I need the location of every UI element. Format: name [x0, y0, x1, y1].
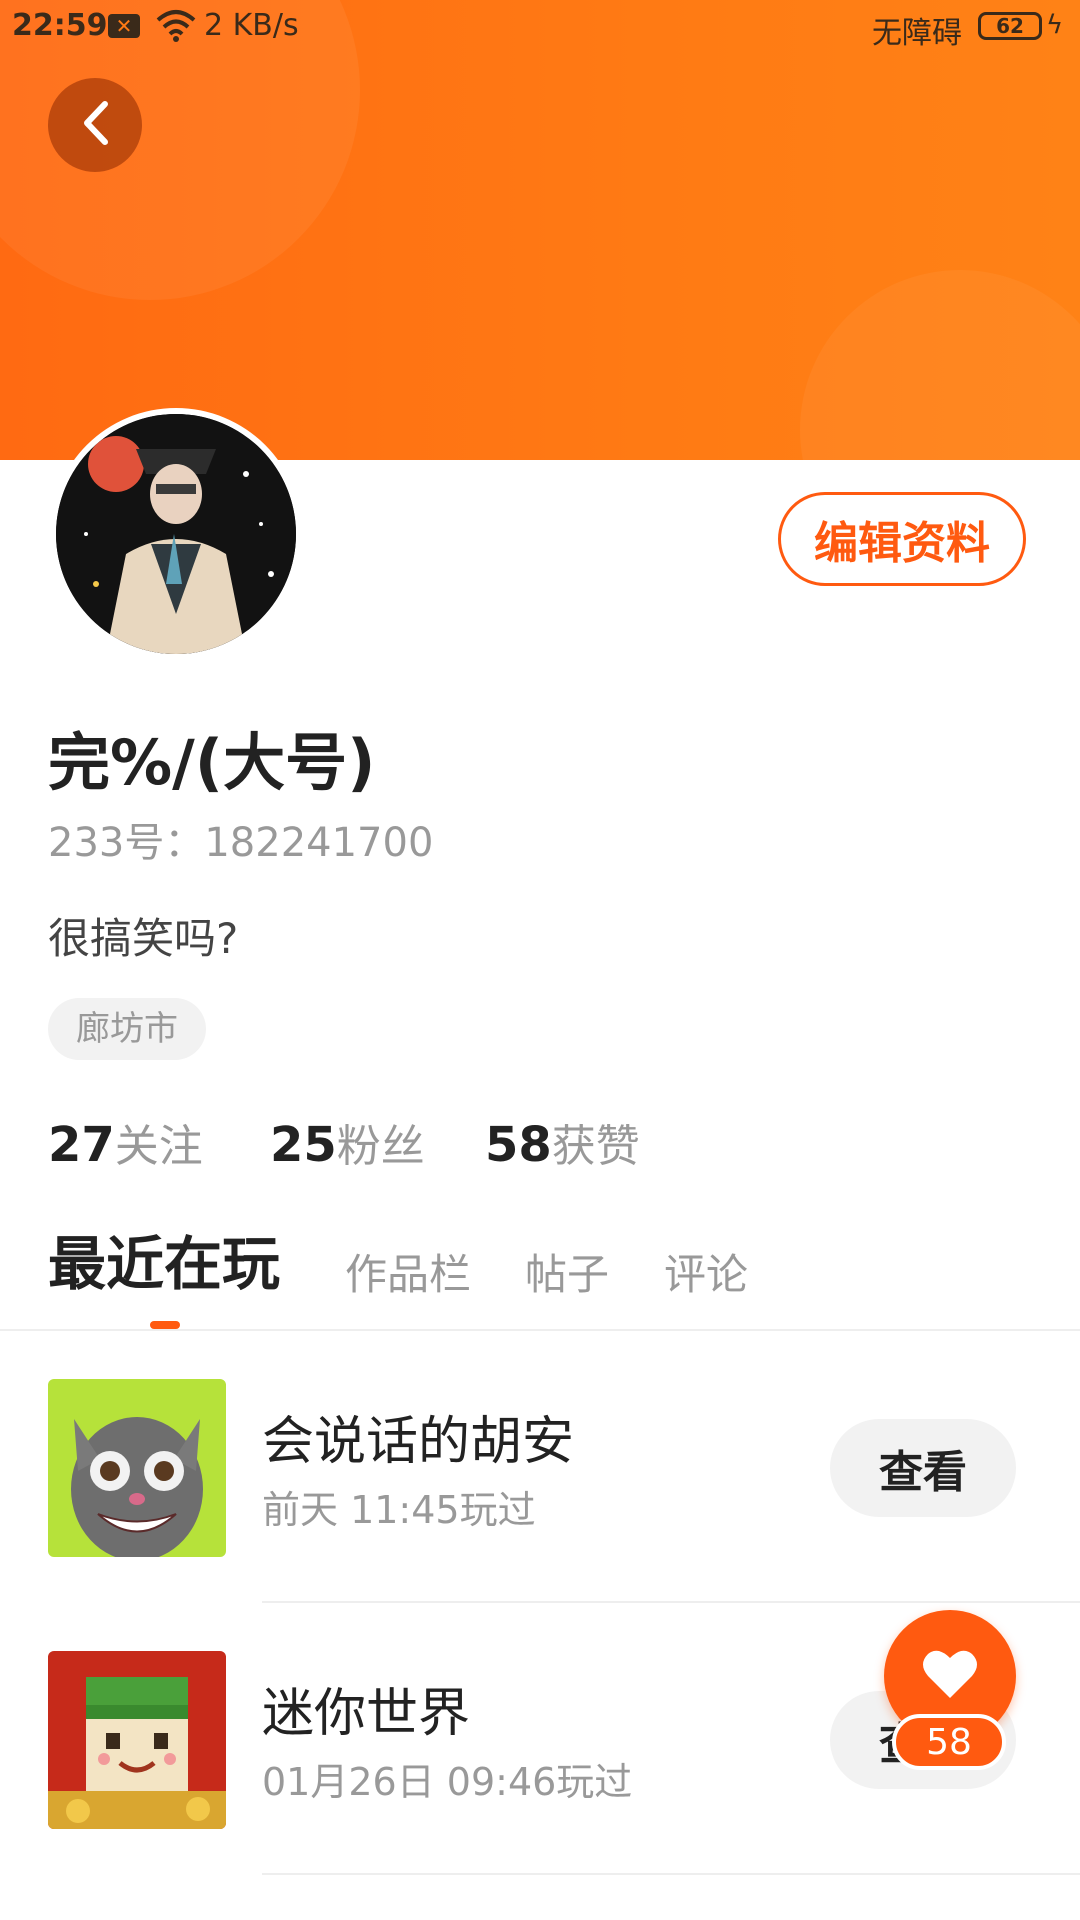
chevron-left-icon [77, 98, 113, 152]
active-tab-indicator [150, 1321, 180, 1329]
battery-indicator: 62 [978, 12, 1042, 40]
tab-works[interactable]: 作品栏 [345, 1241, 471, 1302]
tab-recently-played[interactable]: 最近在玩 [48, 1217, 280, 1301]
stat-followers[interactable]: 25粉丝 [270, 1110, 425, 1174]
avatar[interactable] [50, 408, 302, 660]
stat-value: 25 [270, 1117, 337, 1173]
avatar-image [56, 414, 296, 654]
profile-tabs: 最近在玩 作品栏 帖子 评论 [0, 1225, 1080, 1330]
profile-header-banner: 22:59 ✕ 2 KB/s 无障碍 62 ϟ [0, 0, 1080, 460]
bolt-icon: ϟ [1046, 10, 1064, 40]
profile-nickname: 完%/(大号) [48, 726, 376, 799]
network-speed: 2 KB/s [204, 8, 299, 43]
stat-likes[interactable]: 58获赞 [485, 1110, 640, 1174]
stat-label: 获赞 [551, 1121, 640, 1172]
talking-juan-game-icon [48, 1379, 226, 1557]
sim-error-icon: ✕ [108, 14, 140, 38]
list-item[interactable]: 会说话的胡安 前天 11:45玩过 查看 [0, 1331, 1080, 1603]
header-decoration [800, 270, 1080, 460]
game-name: 迷你世界 [262, 1684, 471, 1744]
profile-bio: 很搞笑吗? [48, 914, 239, 963]
tab-posts[interactable]: 帖子 [525, 1241, 609, 1302]
stat-value: 27 [48, 1117, 115, 1173]
mini-world-game-icon [48, 1651, 226, 1829]
game-last-played: 前天 11:45玩过 [262, 1488, 536, 1532]
game-last-played: 01月26日 09:46玩过 [262, 1760, 633, 1804]
back-button[interactable] [48, 78, 142, 172]
status-time: 22:59 [12, 8, 108, 43]
divider [262, 1873, 1080, 1875]
stat-label: 粉丝 [336, 1121, 425, 1172]
status-bar: 22:59 ✕ 2 KB/s 无障碍 62 ϟ [0, 0, 1080, 56]
tab-comments[interactable]: 评论 [664, 1241, 748, 1302]
view-button[interactable]: 查看 [830, 1419, 1016, 1517]
stat-label: 关注 [114, 1121, 203, 1172]
like-count-badge: 58 [892, 1714, 1006, 1770]
game-name: 会说话的胡安 [262, 1412, 575, 1472]
wifi-icon [155, 8, 197, 50]
heart-icon [922, 1648, 978, 1704]
accessibility-indicator: 无障碍 [872, 16, 962, 51]
stat-value: 58 [485, 1117, 552, 1173]
edit-profile-button[interactable]: 编辑资料 [778, 492, 1026, 586]
location-badge: 廊坊市 [48, 998, 206, 1060]
stat-following[interactable]: 27关注 [48, 1110, 203, 1174]
profile-uid: 233号：182241700 [48, 820, 434, 866]
